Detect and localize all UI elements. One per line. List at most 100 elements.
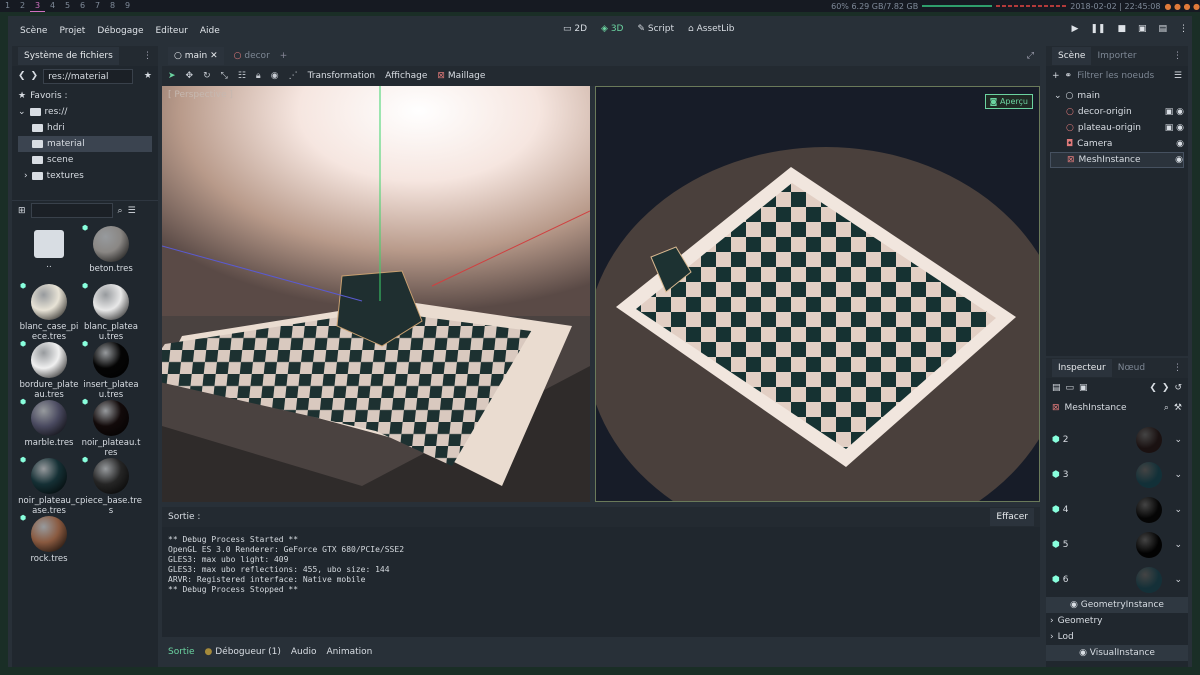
tab-sortie[interactable]: Sortie bbox=[168, 647, 195, 657]
material-slot[interactable]: ⬢ 3 ⌄ bbox=[1046, 457, 1188, 492]
material-preview[interactable] bbox=[1136, 426, 1163, 453]
favorite-star-icon[interactable]: ★ bbox=[144, 71, 152, 81]
lock-icon[interactable]: 🔒︎ bbox=[256, 71, 261, 81]
chevron-down-icon[interactable]: ⌄ bbox=[1174, 575, 1182, 585]
filesystem-tab[interactable]: Système de fichiers bbox=[18, 47, 119, 65]
tab-inspecteur[interactable]: Inspecteur bbox=[1052, 359, 1112, 377]
tab-decor[interactable]: ○ decor bbox=[228, 47, 276, 65]
add-node-icon[interactable]: + bbox=[1052, 71, 1060, 81]
file-item[interactable]: .. bbox=[18, 224, 80, 282]
file-item[interactable]: ⬢ beton.tres bbox=[80, 224, 142, 282]
back-icon[interactable]: ❮ bbox=[18, 71, 26, 81]
link-icon[interactable]: ⚭ bbox=[1065, 71, 1073, 81]
material-slot[interactable]: ⬢ 5 ⌄ bbox=[1046, 527, 1188, 562]
save-icon[interactable]: ▣ bbox=[1079, 383, 1088, 393]
viewport-perspective[interactable]: [ Perspective ] bbox=[162, 86, 590, 502]
workspace-8[interactable]: 8 bbox=[105, 0, 120, 11]
chevron-down-icon[interactable]: ⌄ bbox=[1174, 435, 1182, 445]
workspace-3[interactable]: 3 bbox=[30, 0, 45, 12]
menu-transformation[interactable]: Transformation bbox=[308, 71, 376, 81]
workspace-4[interactable]: 4 bbox=[45, 0, 60, 11]
filter-nodes-input[interactable]: Filtrer les noeuds bbox=[1077, 71, 1154, 81]
mode-2d[interactable]: ▭ 2D bbox=[563, 24, 587, 34]
workspace-5[interactable]: 5 bbox=[60, 0, 75, 11]
material-preview[interactable] bbox=[1136, 461, 1163, 488]
file-item[interactable]: ⬢ noir_plateau.tres bbox=[80, 398, 142, 458]
viewport-camera-preview[interactable]: ◙ Aperçu bbox=[595, 86, 1040, 502]
material-slot[interactable]: ⬢ 6 ⌄ bbox=[1046, 562, 1188, 597]
scale-tool-icon[interactable]: ⤡ bbox=[221, 71, 228, 81]
history-back-icon[interactable]: ❮ bbox=[1149, 383, 1157, 393]
search-icon[interactable]: ⌕ bbox=[118, 206, 123, 216]
menu-aide[interactable]: Aide bbox=[194, 26, 226, 36]
output-log[interactable]: ** Debug Process Started ** OpenGL ES 3.0… bbox=[162, 527, 1040, 603]
visibility-icon[interactable]: ▣ ◉ bbox=[1165, 107, 1184, 117]
node-camera[interactable]: ◘ Camera ◉ bbox=[1050, 136, 1184, 152]
play-scene-icon[interactable]: ▣ bbox=[1138, 24, 1147, 34]
filter-menu-icon[interactable]: ☰ bbox=[1174, 71, 1182, 81]
file-item[interactable]: ⬢ blanc_plateau.tres bbox=[80, 282, 142, 342]
visibility-icon[interactable]: ◉ bbox=[1175, 155, 1183, 165]
tab-noeud[interactable]: Nœud bbox=[1112, 359, 1151, 377]
chevron-down-icon[interactable]: ⌄ bbox=[1174, 505, 1182, 515]
play-icon[interactable]: ▶ bbox=[1071, 24, 1078, 34]
material-slot[interactable]: ⬢ 2 ⌄ bbox=[1046, 422, 1188, 457]
tree-textures[interactable]: › textures bbox=[18, 168, 152, 184]
node-meshinstance[interactable]: ⊠ MeshInstance ◉ bbox=[1050, 152, 1184, 168]
prop-geometry[interactable]: › Geometry bbox=[1046, 613, 1188, 629]
menu-scene[interactable]: Scène bbox=[14, 26, 53, 36]
file-item[interactable]: ⬢ piece_base.tres bbox=[80, 456, 142, 516]
menu-dots-icon[interactable]: ⋮ bbox=[1173, 51, 1182, 61]
file-item[interactable]: ⬢ marble.tres bbox=[18, 398, 80, 456]
menu-affichage[interactable]: Affichage bbox=[385, 71, 427, 81]
material-slot[interactable]: ⬢ 4 ⌄ bbox=[1046, 492, 1188, 527]
mode-script[interactable]: ✎ Script bbox=[637, 24, 674, 34]
tree-toggle-icon[interactable]: ⊞ bbox=[18, 206, 26, 216]
open-icon[interactable]: ▭ bbox=[1066, 383, 1075, 393]
select-tool-icon[interactable]: ➤ bbox=[168, 71, 176, 81]
workspace-2[interactable]: 2 bbox=[15, 0, 30, 11]
list-tool-icon[interactable]: ☷ bbox=[238, 71, 246, 81]
section-visualinstance[interactable]: ◉ VisualInstance bbox=[1046, 645, 1188, 661]
rotate-tool-icon[interactable]: ↻ bbox=[203, 71, 211, 81]
node-decor-origin[interactable]: ○ decor-origin ▣ ◉ bbox=[1050, 104, 1184, 120]
workspace-7[interactable]: 7 bbox=[90, 0, 105, 11]
chevron-down-icon[interactable]: ⌄ bbox=[1174, 540, 1182, 550]
tab-animation[interactable]: Animation bbox=[326, 647, 372, 657]
node-plateau-origin[interactable]: ○ plateau-origin ▣ ◉ bbox=[1050, 120, 1184, 136]
tab-scene[interactable]: Scène bbox=[1052, 47, 1092, 65]
tree-hdri[interactable]: hdri bbox=[18, 120, 152, 136]
move-tool-icon[interactable]: ✥ bbox=[186, 71, 194, 81]
workspace-1[interactable]: 1 bbox=[0, 0, 15, 11]
menu-dots-icon[interactable]: ⋮ bbox=[143, 51, 152, 61]
file-item[interactable]: ⬢ blanc_case_piece.tres bbox=[18, 282, 80, 342]
material-preview[interactable] bbox=[1136, 496, 1163, 523]
pause-icon[interactable]: ❚❚ bbox=[1090, 24, 1105, 34]
file-item[interactable]: ⬢ rock.tres bbox=[18, 514, 80, 572]
settings-icon[interactable]: ⋮ bbox=[1179, 24, 1188, 34]
history-icon[interactable]: ↺ bbox=[1174, 383, 1182, 393]
menu-editeur[interactable]: Editeur bbox=[149, 26, 193, 36]
tree-res[interactable]: ⌄ res:// bbox=[18, 104, 152, 120]
play-custom-icon[interactable]: ▤ bbox=[1158, 24, 1167, 34]
tree-material[interactable]: material bbox=[18, 136, 152, 152]
tree-favorites[interactable]: ★ Favoris : bbox=[18, 88, 152, 104]
menu-projet[interactable]: Projet bbox=[53, 26, 91, 36]
mode-3d[interactable]: ◈ 3D bbox=[601, 24, 623, 34]
visibility-icon[interactable]: ▣ ◉ bbox=[1165, 123, 1184, 133]
search-icon[interactable]: ⌕ bbox=[1164, 403, 1169, 413]
workspace-6[interactable]: 6 bbox=[75, 0, 90, 11]
file-search-input[interactable] bbox=[30, 203, 113, 218]
menu-dots-icon[interactable]: ⋮ bbox=[1173, 363, 1182, 373]
material-preview[interactable] bbox=[1136, 531, 1163, 558]
new-resource-icon[interactable]: ▤ bbox=[1052, 383, 1061, 393]
local-space-icon[interactable]: ◉ bbox=[271, 71, 279, 81]
file-item[interactable]: ⬢ noir_plateau_case.tres bbox=[18, 456, 80, 516]
tab-importer[interactable]: Importer bbox=[1091, 47, 1142, 65]
forward-icon[interactable]: ❯ bbox=[31, 71, 39, 81]
tab-main[interactable]: ○ main ✕ bbox=[168, 47, 224, 65]
path-input[interactable]: res://material bbox=[43, 68, 134, 84]
perspective-label[interactable]: [ Perspective ] bbox=[168, 90, 233, 100]
material-preview[interactable] bbox=[1136, 566, 1163, 593]
tools-icon[interactable]: ⚒ bbox=[1174, 403, 1182, 413]
